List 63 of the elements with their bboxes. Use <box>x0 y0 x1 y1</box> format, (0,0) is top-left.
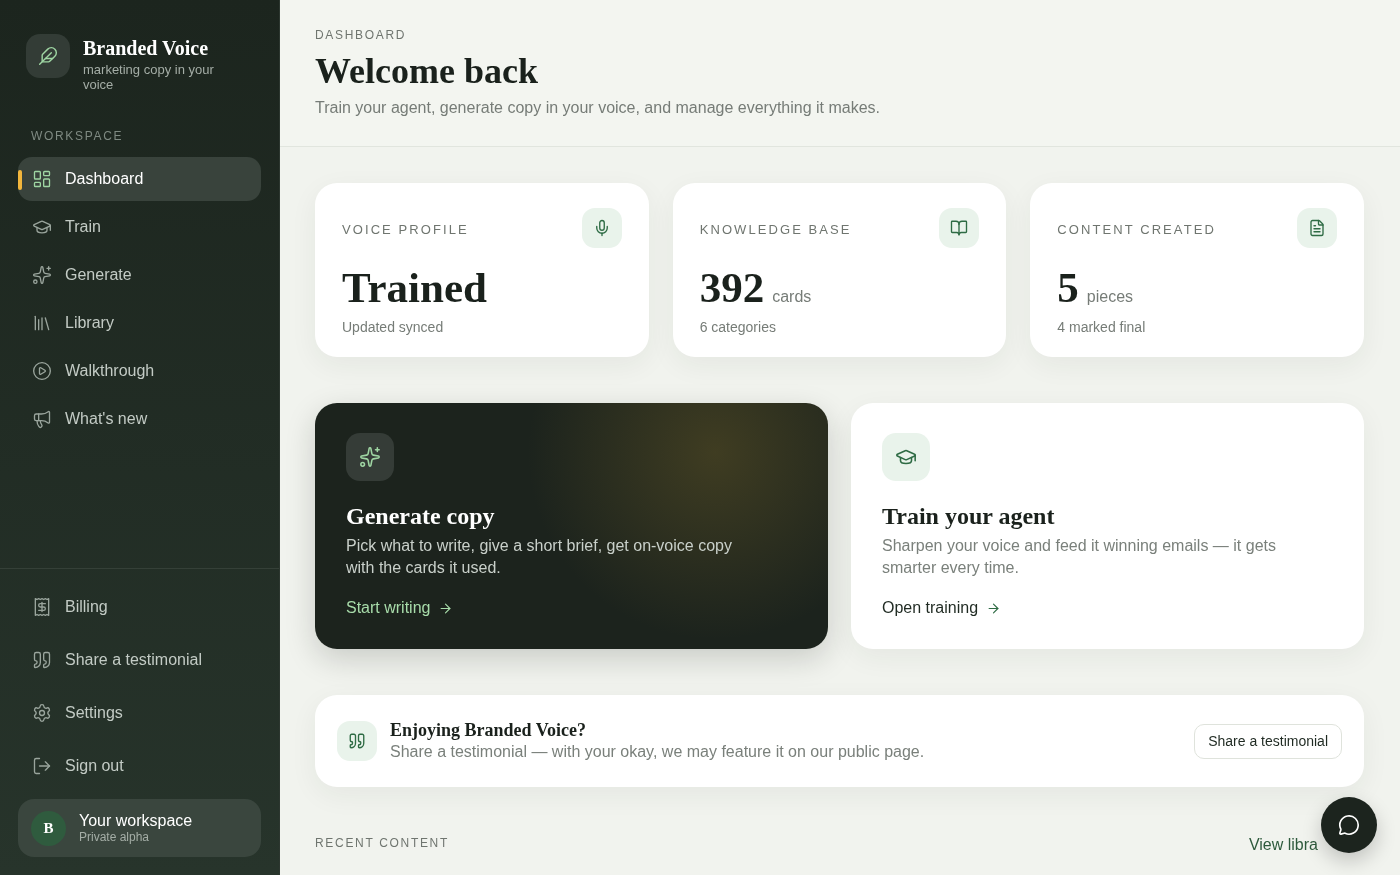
page-title: Welcome back <box>315 50 538 93</box>
nav-item[interactable]: Generate <box>18 253 261 297</box>
card-description: Sharpen your voice and feed it winning emails — it gets smarter every time. <box>882 536 1277 578</box>
workspace-plan: Private alpha <box>79 830 150 845</box>
megaphone-icon <box>32 409 52 429</box>
brand-tagline: marketing copy in your voice <box>83 62 215 92</box>
stat-unit: cards <box>772 287 812 307</box>
stat-value: 392 <box>699 265 765 311</box>
workspace-name: Your workspace <box>79 811 193 830</box>
book-icon <box>939 208 980 248</box>
stat-value: Trained <box>342 265 487 311</box>
sign-out-icon <box>32 755 52 776</box>
arrow-right-icon <box>986 600 1002 616</box>
banner-text: Share a testimonial — with your okay, we may feature it on our public page. <box>390 742 925 762</box>
document-icon <box>1297 208 1337 248</box>
stat-value: 5 <box>1057 265 1079 311</box>
view-link[interactable]: View libra <box>1248 833 1318 857</box>
brand-name: Branded Voice <box>83 37 210 59</box>
stat-label: KNOWLEDGE BASE <box>699 221 852 239</box>
active-marker-icon <box>18 170 22 190</box>
arrow-right-icon <box>438 600 454 616</box>
card-title: Generate copy <box>346 502 495 531</box>
nav-item[interactable]: Sign out <box>18 743 261 788</box>
stat-label: CONTENT CREATED <box>1057 221 1216 239</box>
receipt-icon <box>32 596 52 617</box>
workspace-avatar: B <box>31 810 66 846</box>
card-link[interactable]: Start writing <box>346 596 454 620</box>
stat-note: Updated synced <box>342 318 444 337</box>
nav-item[interactable]: Share a testimonial <box>18 637 261 682</box>
chat-button[interactable] <box>1321 797 1377 853</box>
nav-item[interactable]: Settings <box>18 690 261 735</box>
sparkle-icon <box>346 433 394 481</box>
stat-note: 6 categories <box>699 318 776 337</box>
section-label: WORKSPACE <box>31 128 124 145</box>
feather-icon <box>26 34 70 78</box>
nav-item[interactable]: Train <box>18 205 261 249</box>
quote-icon <box>32 649 52 670</box>
stat-note: 4 marked final <box>1057 318 1146 337</box>
testimonial-button[interactable]: Share a testimonial <box>1194 723 1342 759</box>
play-circle-icon <box>32 361 52 381</box>
workspace-card[interactable]: B Your workspace Private alpha <box>18 799 261 857</box>
nav-item[interactable]: Walkthrough <box>18 349 261 393</box>
card-link[interactable]: Open training <box>882 596 1002 620</box>
card-title: Train your agent <box>882 502 1055 531</box>
nav-item[interactable]: Billing <box>18 584 261 629</box>
page-subtitle: Train your agent, generate copy in your voice, and manage everything it makes. <box>315 98 881 118</box>
quote-icon <box>337 721 377 761</box>
dashboard-grid-icon <box>32 169 52 189</box>
nav-item[interactable]: What's new <box>18 397 261 441</box>
card-description: Pick what to write, give a short brief, get on-voice copy with the cards it used. <box>346 536 733 578</box>
graduation-cap-icon <box>882 433 930 481</box>
banner-title: Enjoying Branded Voice? <box>390 719 587 741</box>
chat-icon <box>1338 814 1360 836</box>
settings-icon <box>32 702 52 723</box>
library-icon <box>32 313 52 333</box>
page-eyebrow: DASHBOARD <box>315 27 407 43</box>
stat-unit: pieces <box>1086 287 1134 307</box>
nav-item[interactable]: Dashboard <box>18 157 261 201</box>
stat-label: VOICE PROFILE <box>342 221 469 239</box>
section-label: RECENT CONTENT <box>315 835 449 851</box>
nav-item[interactable]: Library <box>18 301 261 345</box>
microphone-icon <box>581 208 622 248</box>
sparkle-icon <box>32 265 52 285</box>
